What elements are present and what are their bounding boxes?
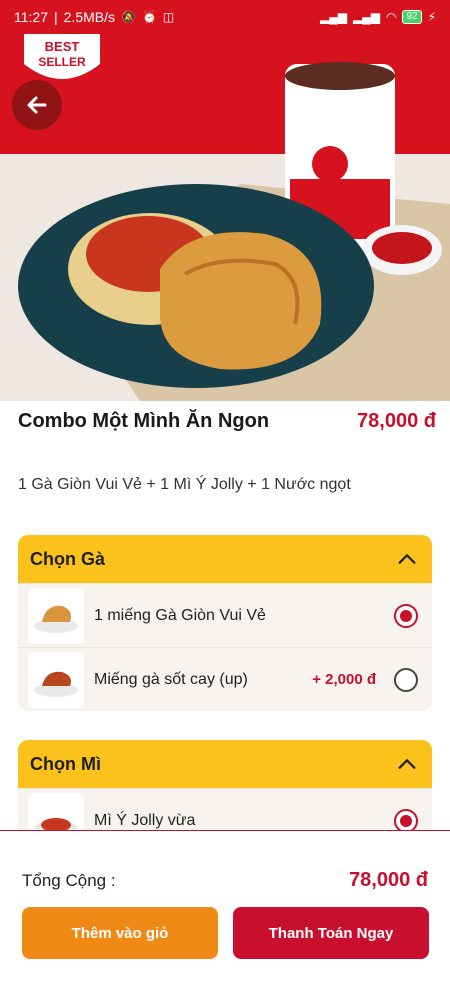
group-title: Chọn Mì [30,753,101,774]
badge-text-best: BEST [45,39,80,54]
product-image [0,34,450,401]
option-label: Mì Ý Jolly vừa [94,811,196,829]
add-to-cart-button[interactable]: Thêm vào giỏ [22,907,218,959]
wifi-icon: ◠ [385,10,397,24]
signal-icon-2: ▂▄▆ [352,10,380,24]
back-button[interactable] [12,80,62,130]
checkout-footer: Tổng Cộng : 78,000 đ Thêm vào giỏ Thanh … [0,830,450,1000]
product-header: Combo Một Mình Ăn Ngon 78,000 đ [18,410,436,433]
product-description: 1 Gà Giòn Vui Vẻ + 1 Mì Ý Jolly + 1 Nước… [18,476,351,493]
group-header-chicken[interactable]: Chọn Gà [18,535,432,583]
charging-icon: ⚡ [427,10,436,24]
radio-selected[interactable] [394,603,418,628]
battery-icon: 92 [402,10,422,24]
option-group-chicken: Chọn Gà 1 miếng Gà Giòn Vui Vẻ Miếng gà … [18,535,432,711]
combo-illustration [0,34,450,401]
checkout-button[interactable]: Thanh Toán Ngay [233,907,429,959]
best-seller-badge: BEST SELLER [24,34,100,79]
spicy-chicken-thumbnail [28,651,84,708]
product-title: Combo Một Mình Ăn Ngon [18,410,270,432]
status-time: 11:27 [14,9,48,25]
mute-icon: 🔕 [121,10,136,24]
total-label: Tổng Cộng : [22,870,116,890]
option-label: 1 miếng Gà Giòn Vui Vẻ [94,606,266,624]
group-title: Chọn Gà [30,548,105,569]
group-header-noodle[interactable]: Chọn Mì [18,740,432,788]
chevron-up-icon [398,759,416,769]
status-network-speed: 2.5MB/s [63,9,115,25]
total-row: Tổng Cộng : 78,000 đ [22,869,428,892]
radio-selected[interactable] [394,808,418,833]
product-price: 78,000 đ [357,410,436,432]
badge-text-seller: SELLER [38,55,86,69]
total-value: 78,000 đ [349,869,428,891]
radio-unselected[interactable] [394,667,418,692]
option-row[interactable]: Miếng gà sốt cay (up) + 2,000 đ [18,647,432,711]
option-extra-price: + 2,000 đ [312,671,376,688]
nfc-icon: ◫ [162,10,175,24]
signal-icon: ▂▄▆ [320,10,347,24]
chevron-up-icon [398,554,416,564]
arrow-left-icon [27,96,47,114]
alarm-icon: ⏰ [141,10,157,24]
option-row[interactable]: 1 miếng Gà Giòn Vui Vẻ [18,583,432,647]
status-bar: 11:27 | 2.5MB/s 🔕 ⏰ ◫ ▂▄▆ ▂▄▆ ◠ 92 ⚡ [0,0,450,34]
fried-chicken-thumbnail [28,587,84,644]
option-label: Miếng gà sốt cay (up) [94,670,248,688]
